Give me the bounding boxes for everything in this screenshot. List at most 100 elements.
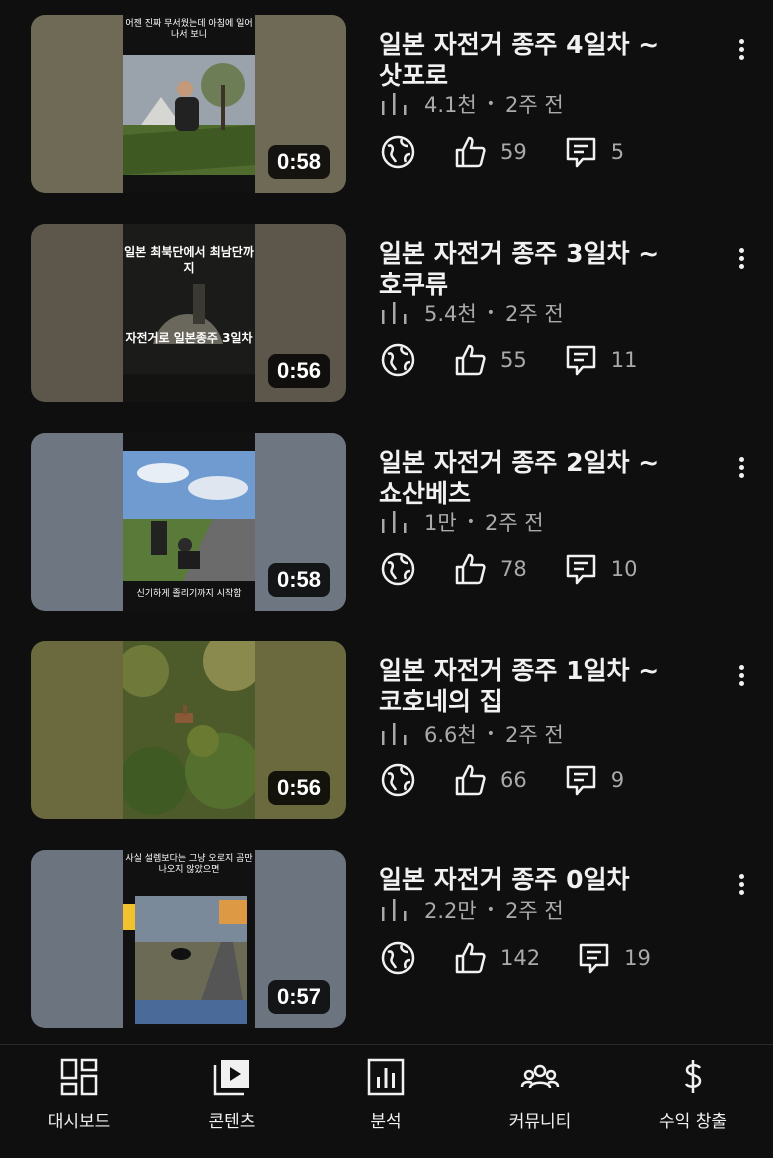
video-meta: 6.6천 • 2주 전 [380, 719, 564, 749]
video-row[interactable]: 사실 설렘보다는 그냥 오로지 곰만 나오지 않았으면 0:57 일본 자전거 … [0, 850, 773, 1040]
video-age: 2주 전 [484, 511, 544, 535]
comment-count: 10 [610, 557, 638, 581]
like-count: 66 [500, 768, 527, 792]
video-row[interactable]: 일본 최북단에서 최남단까지 자전거로 일본종주 3일차 0:56 일본 자전거… [0, 224, 773, 414]
comment-icon [566, 765, 595, 796]
separator-dot: • [486, 726, 495, 742]
globe-icon [381, 552, 415, 586]
views-icon [382, 899, 407, 921]
video-thumbnail[interactable]: 일본 최북단에서 최남단까지 자전거로 일본종주 3일차 0:56 [31, 224, 346, 402]
like-icon [455, 344, 486, 376]
view-count: 6.6천 [424, 723, 477, 747]
views-icon [382, 723, 407, 745]
earn-icon [684, 1060, 702, 1093]
nav-analytics[interactable]: 분석 [311, 1057, 461, 1132]
video-row[interactable]: 0:56 일본 자전거 종주 1일차 ~코호네의 집 6.6천 • 2주 전 6… [0, 641, 773, 831]
video-title[interactable]: 일본 자전거 종주 1일차 ~코호네의 집 [379, 655, 714, 717]
video-thumbnail[interactable]: 사실 설렘보다는 그냥 오로지 곰만 나오지 않았으면 0:57 [31, 850, 346, 1028]
community-icon [520, 1064, 560, 1089]
nav-earn[interactable]: 수익 창출 [618, 1057, 768, 1132]
comment-icon [566, 554, 595, 585]
like-count: 59 [500, 140, 527, 164]
video-stats: 66 9 [380, 760, 624, 800]
video-stats: 78 10 [380, 549, 637, 589]
thumbnail-image: 일본 최북단에서 최남단까지 자전거로 일본종주 3일차 [123, 224, 255, 402]
video-age: 2주 전 [504, 723, 564, 747]
content-icon [213, 1060, 249, 1096]
video-stats: 55 11 [380, 340, 637, 380]
analytics-icon [367, 1058, 405, 1096]
thumbnail-image: 신기하게 졸리기까지 시작함 [123, 433, 255, 611]
like-count: 142 [500, 946, 541, 970]
comment-count: 9 [610, 768, 625, 792]
view-count: 1만 [424, 511, 457, 535]
dashboard-icon [60, 1058, 98, 1096]
video-title[interactable]: 일본 자전거 종주 0일차 [379, 864, 714, 895]
video-row[interactable]: 신기하게 졸리기까지 시작함 0:58 일본 자전거 종주 2일차 ~쇼산베츠 … [0, 433, 773, 623]
video-thumbnail[interactable]: 신기하게 졸리기까지 시작함 0:58 [31, 433, 346, 611]
like-icon [455, 553, 486, 585]
globe-icon [381, 343, 415, 377]
video-meta: 5.4천 • 2주 전 [380, 298, 564, 328]
more-options-icon[interactable] [731, 455, 751, 481]
views-icon [382, 511, 407, 533]
thumbnail-image: 어젠 진짜 무서웠는데 아침에 일어나서 보니 [123, 15, 255, 193]
nav-label: 콘텐츠 [208, 1112, 256, 1132]
more-options-icon[interactable] [731, 663, 751, 689]
video-duration: 0:57 [267, 980, 330, 1014]
separator-dot: • [486, 902, 495, 918]
video-age: 2주 전 [504, 899, 564, 923]
video-stats: 59 5 [380, 132, 624, 172]
thumbnail-caption: 자전거로 일본종주 3일차 [125, 331, 253, 345]
video-thumbnail[interactable]: 어젠 진짜 무서웠는데 아침에 일어나서 보니 0:58 [31, 15, 346, 193]
nav-dashboard[interactable]: 대시보드 [4, 1057, 154, 1132]
video-title[interactable]: 일본 자전거 종주 4일차 ~삿포로 [379, 29, 714, 91]
comment-count: 19 [624, 946, 651, 970]
separator-dot: • [466, 514, 475, 530]
video-meta: 1만 • 2주 전 [380, 507, 544, 537]
nav-community[interactable]: 커뮤니티 [465, 1057, 615, 1132]
bottom-nav: 대시보드 콘텐츠 분석 커뮤니티 수익 창출 [0, 1044, 773, 1158]
like-count: 78 [500, 557, 527, 581]
like-icon [455, 942, 486, 974]
more-options-icon[interactable] [731, 872, 751, 898]
thumbnail-image [123, 641, 255, 819]
video-meta: 2.2만 • 2주 전 [380, 895, 564, 925]
views-icon [382, 302, 407, 324]
thumbnail-caption: 일본 최북단에서 최남단까지 [124, 245, 254, 275]
more-options-icon[interactable] [731, 246, 751, 272]
comment-count: 11 [610, 348, 638, 372]
video-title[interactable]: 일본 자전거 종주 3일차 ~호쿠류 [379, 238, 714, 300]
video-title[interactable]: 일본 자전거 종주 2일차 ~쇼산베츠 [379, 447, 714, 509]
comment-icon [566, 345, 595, 376]
more-options-icon[interactable] [731, 37, 751, 63]
nav-label: 수익 창출 [659, 1112, 727, 1132]
nav-label: 커뮤니티 [508, 1112, 572, 1132]
video-age: 2주 전 [504, 302, 564, 326]
thumbnail-caption: 사실 설렘보다는 그냥 오로지 곰만 나오지 않았으면 [125, 854, 253, 875]
view-count: 4.1천 [424, 93, 477, 117]
comment-count: 5 [610, 140, 625, 164]
like-icon [455, 764, 486, 796]
comment-icon [579, 943, 609, 974]
view-count: 2.2만 [424, 899, 477, 923]
video-duration: 0:56 [267, 771, 330, 805]
video-duration: 0:56 [267, 354, 330, 388]
separator-dot: • [486, 96, 495, 112]
thumbnail-caption: 어젠 진짜 무서웠는데 아침에 일어나서 보니 [125, 19, 253, 40]
thumbnail-image: 사실 설렘보다는 그냥 오로지 곰만 나오지 않았으면 [123, 850, 255, 1028]
like-count: 55 [500, 348, 527, 372]
globe-icon [381, 135, 415, 169]
video-row[interactable]: 어젠 진짜 무서웠는데 아침에 일어나서 보니 0:58 일본 자전거 종주 4… [0, 15, 773, 205]
thumbnail-caption: 신기하게 졸리기까지 시작함 [136, 589, 242, 599]
view-count: 5.4천 [424, 302, 477, 326]
globe-icon [381, 941, 415, 975]
video-duration: 0:58 [267, 563, 330, 597]
video-thumbnail[interactable]: 0:56 [31, 641, 346, 819]
video-age: 2주 전 [504, 93, 564, 117]
video-duration: 0:58 [267, 145, 330, 179]
video-meta: 4.1천 • 2주 전 [380, 89, 564, 119]
comment-icon [566, 137, 595, 168]
nav-content[interactable]: 콘텐츠 [157, 1057, 307, 1132]
like-icon [455, 136, 486, 168]
